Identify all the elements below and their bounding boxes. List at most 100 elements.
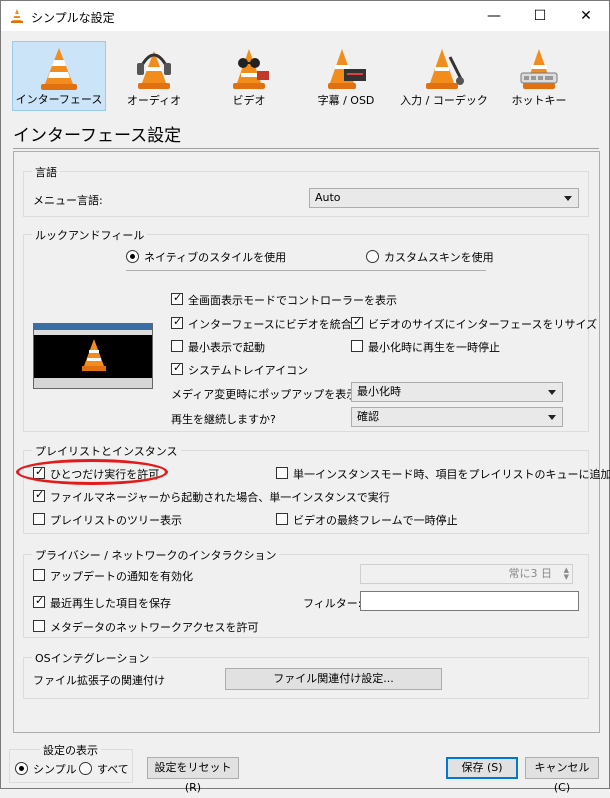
save-button[interactable]: 保存 (S) [446, 757, 518, 779]
group-title: 言語 [32, 164, 60, 180]
enqueue-one-instance-label: 単一インスタンスモード時、項目をプレイリストのキューに追加 [293, 468, 610, 481]
popup-label: メディア変更時にポップアップを表示: [171, 388, 361, 401]
maximize-button[interactable]: ☐ [517, 1, 563, 31]
radio-circle [15, 762, 28, 775]
continue-playback-select[interactable]: 確認 [351, 407, 563, 427]
file-manager-instance-label: ファイルマネージャーから起動された場合、単一インスタンスで実行 [50, 491, 390, 504]
category-label: ビデオ [232, 94, 266, 107]
close-icon: ✕ [580, 8, 592, 24]
systray-label: システムトレイアイコン [188, 364, 309, 377]
interface-cone-icon [41, 48, 77, 90]
checkbox-box [33, 513, 45, 525]
category-label: インターフェース [15, 93, 103, 106]
radio-circle [79, 762, 92, 775]
subtitles-cone-icon [328, 49, 366, 89]
window-title: シンプルな設定 [31, 11, 115, 25]
popup-value: 最小化時 [357, 385, 401, 398]
cancel-button[interactable]: キャンセル (C) [525, 757, 599, 794]
continue-playback-value: 確認 [357, 410, 379, 423]
check-icon: ✓ [173, 315, 183, 328]
category-hotkeys[interactable]: ホットキー [501, 41, 577, 111]
group-title: プレイリストとインスタンス [32, 443, 181, 459]
category-label: 字幕 / OSD [317, 94, 375, 107]
title-divider [13, 148, 599, 149]
skin-divider [126, 270, 486, 271]
reset-settings-button[interactable]: 設定をリセット (R) [147, 757, 239, 794]
checkbox-box: ✓ [351, 315, 363, 329]
group-title: 設定の表示 [40, 742, 101, 758]
filter-label: フィルター: [303, 597, 362, 610]
preview-cone-icon [82, 339, 106, 371]
group-title: OSインテグレーション [32, 650, 153, 666]
checkbox-box: ✓ [171, 315, 183, 329]
highlight-annotation [16, 459, 168, 485]
category-subtitles-osd[interactable]: 字幕 / OSD [301, 41, 391, 111]
category-toolbar: インターフェース オーディオ ビデオ 字幕 / OSD 入力 / コーデック ホ… [1, 31, 609, 113]
embed-video-label: インターフェースにビデオを統合 [188, 318, 352, 331]
checkbox-box [171, 340, 183, 352]
category-audio[interactable]: オーディオ [111, 41, 197, 111]
close-button[interactable]: ✕ [563, 1, 609, 31]
all-view-label: すべて [97, 763, 129, 776]
checkbox-box [33, 569, 45, 581]
check-icon: ✓ [35, 594, 45, 607]
checkbox-box [276, 467, 288, 479]
checkbox-box: ✓ [171, 291, 183, 305]
title-bar: シンプルな設定 — ☐ ✕ [1, 1, 609, 31]
check-icon: ✓ [353, 315, 363, 328]
minimize-button[interactable]: — [471, 1, 517, 31]
spin-arrows-icon: ▲ ▼ [563, 566, 569, 581]
category-input-codecs[interactable]: 入力 / コーデック [398, 41, 490, 111]
simple-view-label: シンプル [33, 763, 77, 776]
video-glasses-cone-icon [233, 49, 269, 89]
checkbox-box [351, 340, 363, 352]
chevron-down-icon [548, 415, 556, 420]
menu-language-select[interactable]: Auto [309, 188, 579, 208]
category-label: 入力 / コーデック [400, 94, 488, 107]
chevron-down-icon [564, 196, 572, 201]
start-minimal-label: 最小表示で起動 [188, 341, 265, 354]
menu-language-value: Auto [315, 191, 341, 204]
radio-dot [130, 254, 135, 259]
menu-language-label: メニュー言語: [33, 194, 103, 207]
hotkeys-cone-icon [520, 49, 558, 89]
pause-last-frame-label: ビデオの最終フレームで一時停止 [293, 514, 458, 527]
file-association-button[interactable]: ファイル関連付け設定... [225, 668, 442, 690]
interface-preview-image [33, 323, 153, 389]
metadata-network-label: メタデータのネットワークアクセスを許可 [50, 621, 259, 634]
chevron-down-icon [548, 390, 556, 395]
checkbox-box: ✓ [33, 488, 45, 502]
update-notify-label: アップデートの通知を有効化 [50, 570, 193, 583]
input-codecs-cone-icon [426, 49, 464, 89]
category-interface[interactable]: インターフェース [12, 41, 106, 111]
radio-dot [19, 766, 24, 771]
radio-circle [366, 250, 379, 263]
update-interval-value: 常に3 日 [508, 567, 553, 580]
checkbox-box [276, 513, 288, 525]
native-style-label: ネイティブのスタイルを使用 [144, 251, 287, 264]
file-association-label: ファイル拡張子の関連付け [33, 674, 165, 687]
popup-select[interactable]: 最小化時 [351, 382, 563, 402]
continue-playback-label: 再生を継続しますか? [171, 413, 276, 426]
category-label: オーディオ [126, 94, 182, 107]
check-icon: ✓ [173, 361, 183, 374]
category-video[interactable]: ビデオ [206, 41, 292, 111]
category-label: ホットキー [511, 94, 567, 107]
custom-skin-label: カスタムスキンを使用 [384, 251, 494, 264]
fullscreen-controller-label: 全画面表示モードでコントローラーを表示 [188, 294, 397, 307]
check-icon: ✓ [35, 488, 45, 501]
preview-menubar [34, 330, 152, 335]
checkbox-box [33, 620, 45, 632]
minimize-icon: — [487, 8, 501, 24]
check-icon: ✓ [173, 291, 183, 304]
vlc-app-icon [11, 9, 23, 23]
checkbox-box: ✓ [33, 594, 45, 608]
save-recent-label: 最近再生した項目を保存 [50, 597, 171, 610]
radio-circle [126, 250, 139, 263]
group-title: プライバシー / ネットワークのインタラクション [32, 547, 280, 563]
update-interval-spinbox[interactable]: 常に3 日 ▲ ▼ [360, 564, 573, 584]
page-title: インターフェース設定 [13, 126, 182, 146]
filter-input[interactable] [360, 591, 579, 611]
pause-minimized-label: 最小化時に再生を一時停止 [368, 341, 500, 354]
audio-headphones-cone-icon [137, 51, 171, 89]
